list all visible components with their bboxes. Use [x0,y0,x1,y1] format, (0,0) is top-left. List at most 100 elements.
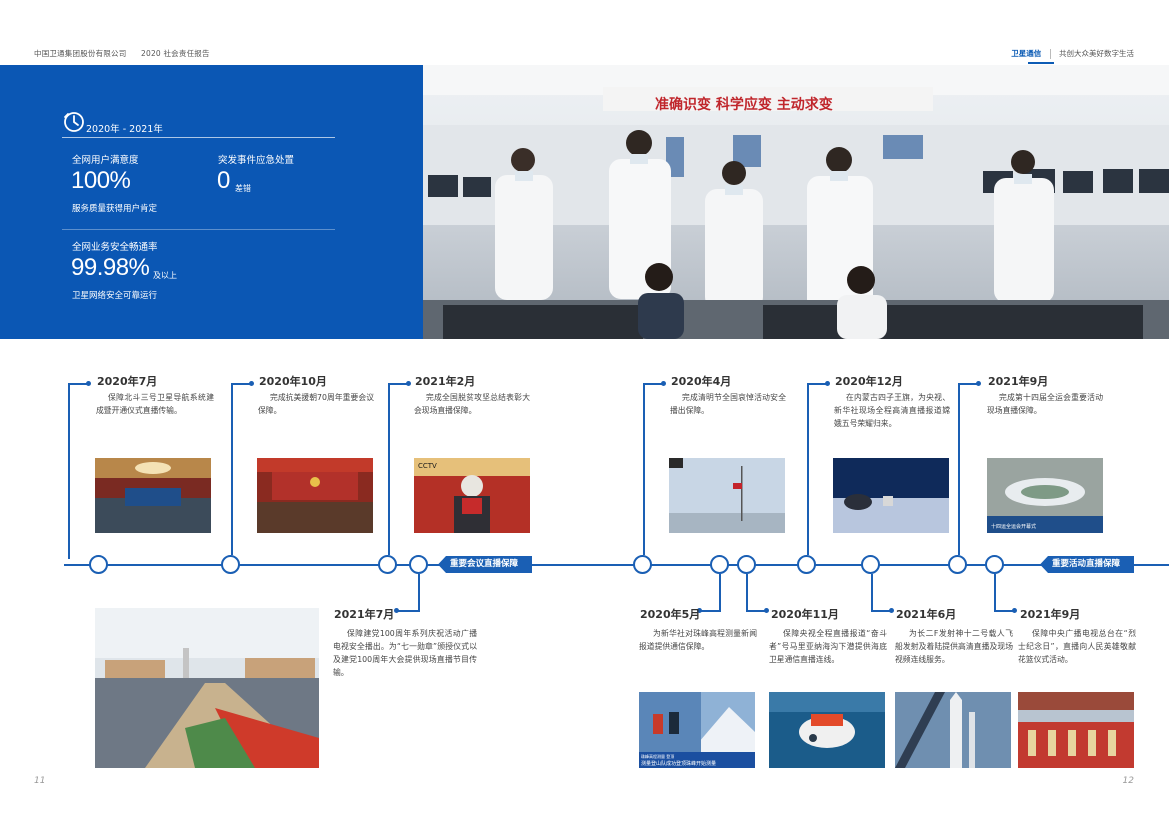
event-desc: 为新华社对珠峰高程测量新闻报道提供通信保障。 [639,629,757,651]
bracket-b3-dot [764,608,769,613]
stats-period: 2020年 - 2021年 [86,124,163,135]
bracket-5-vline [807,383,809,555]
event-photo-everest: 珠峰高程测量 登顶 测量登山队成功登顶珠峰开始测量 [639,692,755,768]
bracket-b2-hline [700,610,721,612]
bracket-b3-vline [746,574,748,611]
control-room-photo: 准确识变 科学应变 主动求变 [423,65,1169,339]
slogan-banner: 准确识变 科学应变 主动求变 [655,96,833,113]
timeline-node [221,555,240,574]
timeline-node [710,555,729,574]
event-desc: 保障中央广播电视总台在“烈士纪念日”，直播向人民英雄敬献花篮仪式活动。 [1018,629,1136,664]
clock-icon [64,112,84,132]
timeline-node [378,555,397,574]
emergency-value: 0 [217,167,230,194]
everest-strip: 测量登山队成功登顶珠峰开始测量 [641,760,716,767]
event-photo-change5 [833,458,949,533]
timeline-node [409,555,428,574]
bracket-1-hline [68,383,88,385]
event-date: 2020年12月 [835,375,903,388]
event-desc: 完成清明节全国哀悼活动安全播出保障。 [670,393,786,415]
satisfaction-label: 全网用户满意度 [72,155,139,166]
event-date: 2020年10月 [259,375,327,388]
bracket-b1-dot [394,608,399,613]
event-desc: 为长二F发射神十二号载人飞船发射及着陆提供高清直播及现场视频连线服务。 [895,629,1013,664]
header-separator [1049,49,1051,59]
bracket-b4-dot [889,608,894,613]
event-date: 2020年5月 [640,608,701,621]
section-brand: 卫星通信 [1011,49,1042,58]
timeline-node [633,555,652,574]
emergency-label: 突发事件应急处置 [218,155,295,166]
bracket-2-hline [231,383,251,385]
everest-caption: 珠峰高程测量 登顶 [641,753,674,759]
timeline-node [948,555,967,574]
bracket-b1-hline [398,610,420,612]
bracket-b5-vline [994,574,996,611]
event-photo-beidou [95,458,211,533]
satisfaction-value: 100% [71,167,131,194]
timeline-node [89,555,108,574]
header-accent-line [1028,62,1054,64]
bracket-b5-dot [1012,608,1017,613]
control-room-illustration: 准确识变 科学应变 主动求变 [423,65,1169,339]
games-caption: 十四运全运会开幕式 [991,523,1036,530]
event-photo-submersible [769,692,885,768]
event-desc: 完成抗美援朝70周年重要会议保障。 [258,393,374,415]
bracket-6-dot [976,381,981,386]
bracket-2-vline [231,383,233,555]
timeline-node [861,555,880,574]
event-date: 2020年4月 [671,375,732,388]
bracket-4-vline [643,383,645,555]
bracket-4-hline [643,383,663,385]
report-name: 2020 社会责任报告 [141,49,210,58]
timeline-node [985,555,1004,574]
page-header: 中国卫通集团股份有限公司 2020 社会责任报告 卫星通信 共创大众美好数字生活 [0,0,1169,64]
event-date: 2021年6月 [896,608,957,621]
timeline-node [737,555,756,574]
section-slogan: 共创大众美好数字生活 [1059,49,1134,58]
bracket-5-hline [807,383,827,385]
bracket-b4-vline [871,574,873,611]
event-desc: 在内蒙古四子王旗，为央视、新华社现场全程高清直播报道嫦娥五号荣耀归来。 [834,393,950,428]
meeting-broadcast-banner: 重要会议直播保障 [438,556,532,573]
event-desc: 完成第十四届全运会重要活动现场直播保障。 [987,393,1103,415]
event-photo-square [95,608,319,768]
bracket-b2-vline [719,574,721,611]
bracket-3-dot [406,381,411,386]
bracket-2-dot [249,381,254,386]
security-sub: 卫星网络安全可靠运行 [72,291,158,301]
event-photo-poverty: CCTV [414,458,530,533]
event-date: 2021年7月 [334,608,395,621]
security-label: 全网业务安全畅通率 [72,242,158,253]
event-desc: 保障央视全程直播报道“奋斗者”号马里亚纳海沟下潜提供海底卫星通信直播连线。 [769,629,887,664]
event-photo-flag [669,458,785,533]
event-photo-rocket [895,692,1011,768]
header-right: 卫星通信 共创大众美好数字生活 [1011,48,1134,59]
bracket-3-hline [388,383,408,385]
header-left: 中国卫通集团股份有限公司 2020 社会责任报告 [34,48,222,59]
event-date: 2020年11月 [771,608,839,621]
event-desc: 完成全国脱贫攻坚总结表彰大会现场直播保障。 [414,393,530,415]
stats-divider [62,229,335,230]
bracket-b5-hline [994,610,1014,612]
bracket-b4-hline [871,610,891,612]
satisfaction-sub: 服务质量获得用户肯定 [72,204,158,214]
bracket-b3-hline [746,610,766,612]
page-number-left: 11 [34,776,46,786]
bracket-4-dot [661,381,666,386]
bracket-1-dot [86,381,91,386]
period-underline [62,137,335,138]
event-date: 2021年9月 [988,375,1049,388]
event-desc: 保障建党100周年系列庆祝活动广播电视安全播出。为“七一勋章”颁授仪式以及建党1… [333,629,477,677]
bracket-b1-vline [418,574,420,611]
event-date: 2020年7月 [97,375,158,388]
page-number-right: 12 [1122,776,1134,786]
event-photo-martyrs [1018,692,1134,768]
security-value: 99.98% [71,254,150,281]
event-desc: 保障北斗三号卫星导航系统建成暨开通仪式直播传输。 [96,393,214,415]
stats-panel: 2020年 - 2021年 全网用户满意度 100% 服务质量获得用户肯定 突发… [0,65,423,339]
bracket-6-hline [958,383,978,385]
emergency-unit: 差错 [235,184,251,193]
activity-broadcast-banner: 重要活动直播保障 [1040,556,1134,573]
timeline-node [797,555,816,574]
